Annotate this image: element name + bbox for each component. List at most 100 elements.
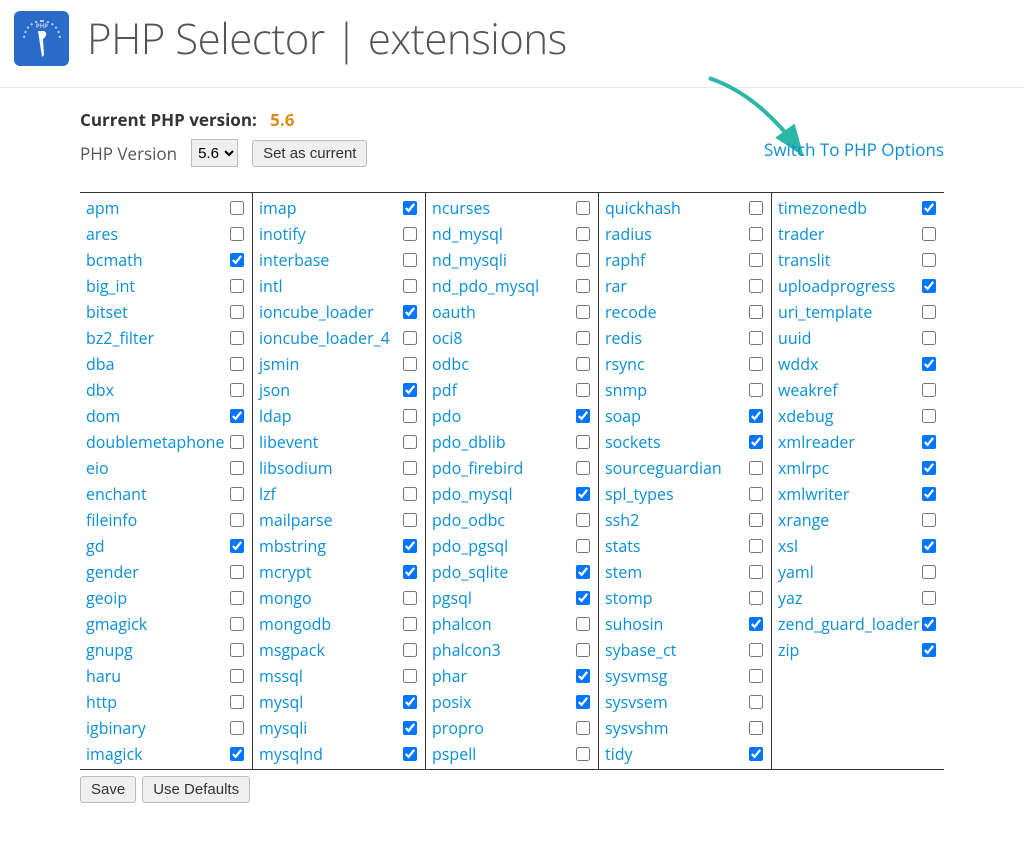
extension-checkbox-ares[interactable] (230, 227, 244, 241)
extension-link-pdo_firebird[interactable]: pdo_firebird (432, 457, 523, 479)
extension-checkbox-stats[interactable] (749, 539, 763, 553)
extension-checkbox-weakref[interactable] (922, 383, 936, 397)
extension-link-mbstring[interactable]: mbstring (259, 535, 326, 557)
extension-link-phar[interactable]: phar (432, 665, 467, 687)
extension-link-msgpack[interactable]: msgpack (259, 639, 325, 661)
extension-checkbox-pdo[interactable] (576, 409, 590, 423)
extension-link-intl[interactable]: intl (259, 275, 283, 297)
extension-checkbox-enchant[interactable] (230, 487, 244, 501)
extension-link-enchant[interactable]: enchant (86, 483, 147, 505)
extension-checkbox-gmagick[interactable] (230, 617, 244, 631)
extension-link-oauth[interactable]: oauth (432, 301, 476, 323)
extension-checkbox-mysqlnd[interactable] (403, 747, 417, 761)
extension-checkbox-mbstring[interactable] (403, 539, 417, 553)
extension-link-dom[interactable]: dom (86, 405, 120, 427)
extension-link-stomp[interactable]: stomp (605, 587, 653, 609)
extension-checkbox-ioncube_loader_4[interactable] (403, 331, 417, 345)
extension-link-yaml[interactable]: yaml (778, 561, 814, 583)
extension-checkbox-oauth[interactable] (576, 305, 590, 319)
extension-link-weakref[interactable]: weakref (778, 379, 838, 401)
extension-link-big_int[interactable]: big_int (86, 275, 135, 297)
extension-checkbox-sysvshm[interactable] (749, 721, 763, 735)
set-as-current-button[interactable]: Set as current (252, 140, 367, 167)
extension-link-libsodium[interactable]: libsodium (259, 457, 333, 479)
extension-checkbox-bcmath[interactable] (230, 253, 244, 267)
extension-checkbox-mysqli[interactable] (403, 721, 417, 735)
extension-checkbox-recode[interactable] (749, 305, 763, 319)
extension-checkbox-raphf[interactable] (749, 253, 763, 267)
extension-link-pdo_dblib[interactable]: pdo_dblib (432, 431, 506, 453)
extension-link-xdebug[interactable]: xdebug (778, 405, 833, 427)
extension-checkbox-gender[interactable] (230, 565, 244, 579)
extension-checkbox-rsync[interactable] (749, 357, 763, 371)
extension-link-nd_mysqli[interactable]: nd_mysqli (432, 249, 507, 271)
extension-link-geoip[interactable]: geoip (86, 587, 127, 609)
extension-checkbox-wddx[interactable] (922, 357, 936, 371)
extension-checkbox-pdo_dblib[interactable] (576, 435, 590, 449)
extension-checkbox-libsodium[interactable] (403, 461, 417, 475)
extension-link-ares[interactable]: ares (86, 223, 118, 245)
extension-checkbox-xmlwriter[interactable] (922, 487, 936, 501)
extension-link-gender[interactable]: gender (86, 561, 139, 583)
extension-checkbox-mcrypt[interactable] (403, 565, 417, 579)
extension-checkbox-json[interactable] (403, 383, 417, 397)
php-version-select[interactable]: 5.6 (191, 139, 238, 167)
extension-link-gnupg[interactable]: gnupg (86, 639, 133, 661)
extension-link-trader[interactable]: trader (778, 223, 824, 245)
extension-link-bitset[interactable]: bitset (86, 301, 128, 323)
extension-link-propro[interactable]: propro (432, 717, 484, 739)
extension-checkbox-pdo_odbc[interactable] (576, 513, 590, 527)
extension-checkbox-pgsql[interactable] (576, 591, 590, 605)
extension-link-sybase_ct[interactable]: sybase_ct (605, 639, 676, 661)
extension-link-gmagick[interactable]: gmagick (86, 613, 147, 635)
extension-checkbox-oci8[interactable] (576, 331, 590, 345)
extension-checkbox-fileinfo[interactable] (230, 513, 244, 527)
extension-link-phalcon3[interactable]: phalcon3 (432, 639, 501, 661)
extension-checkbox-snmp[interactable] (749, 383, 763, 397)
extension-link-pdo_sqlite[interactable]: pdo_sqlite (432, 561, 508, 583)
extension-link-xrange[interactable]: xrange (778, 509, 829, 531)
extension-checkbox-intl[interactable] (403, 279, 417, 293)
extension-checkbox-nd_mysqli[interactable] (576, 253, 590, 267)
extension-checkbox-ssh2[interactable] (749, 513, 763, 527)
extension-link-nd_mysql[interactable]: nd_mysql (432, 223, 503, 245)
extension-link-snmp[interactable]: snmp (605, 379, 647, 401)
extension-link-xmlrpc[interactable]: xmlrpc (778, 457, 829, 479)
extension-link-jsmin[interactable]: jsmin (259, 353, 299, 375)
extension-link-oci8[interactable]: oci8 (432, 327, 462, 349)
extension-link-mongo[interactable]: mongo (259, 587, 312, 609)
extension-link-uploadprogress[interactable]: uploadprogress (778, 275, 895, 297)
extension-link-pdf[interactable]: pdf (432, 379, 457, 401)
extension-checkbox-mongodb[interactable] (403, 617, 417, 631)
extension-checkbox-sourceguardian[interactable] (749, 461, 763, 475)
extension-link-pdo_odbc[interactable]: pdo_odbc (432, 509, 505, 531)
extension-checkbox-bitset[interactable] (230, 305, 244, 319)
extension-link-libevent[interactable]: libevent (259, 431, 318, 453)
extension-checkbox-sybase_ct[interactable] (749, 643, 763, 657)
extension-checkbox-timezonedb[interactable] (922, 201, 936, 215)
extension-checkbox-soap[interactable] (749, 409, 763, 423)
extension-link-mysql[interactable]: mysql (259, 691, 303, 713)
extension-link-redis[interactable]: redis (605, 327, 642, 349)
extension-checkbox-libevent[interactable] (403, 435, 417, 449)
extension-checkbox-pdo_mysql[interactable] (576, 487, 590, 501)
extension-checkbox-dom[interactable] (230, 409, 244, 423)
extension-checkbox-radius[interactable] (749, 227, 763, 241)
extension-checkbox-odbc[interactable] (576, 357, 590, 371)
extension-link-quickhash[interactable]: quickhash (605, 197, 681, 219)
extension-link-xmlreader[interactable]: xmlreader (778, 431, 855, 453)
extension-link-inotify[interactable]: inotify (259, 223, 306, 245)
extension-checkbox-ldap[interactable] (403, 409, 417, 423)
extension-link-http[interactable]: http (86, 691, 117, 713)
extension-link-mcrypt[interactable]: mcrypt (259, 561, 312, 583)
extension-checkbox-phar[interactable] (576, 669, 590, 683)
extension-checkbox-pdo_firebird[interactable] (576, 461, 590, 475)
extension-link-raphf[interactable]: raphf (605, 249, 645, 271)
extension-checkbox-tidy[interactable] (749, 747, 763, 761)
extension-link-xsl[interactable]: xsl (778, 535, 798, 557)
extension-checkbox-mongo[interactable] (403, 591, 417, 605)
extension-checkbox-sysvsem[interactable] (749, 695, 763, 709)
extension-checkbox-pspell[interactable] (576, 747, 590, 761)
extension-link-mysqlnd[interactable]: mysqlnd (259, 743, 323, 765)
extension-checkbox-ioncube_loader[interactable] (403, 305, 417, 319)
